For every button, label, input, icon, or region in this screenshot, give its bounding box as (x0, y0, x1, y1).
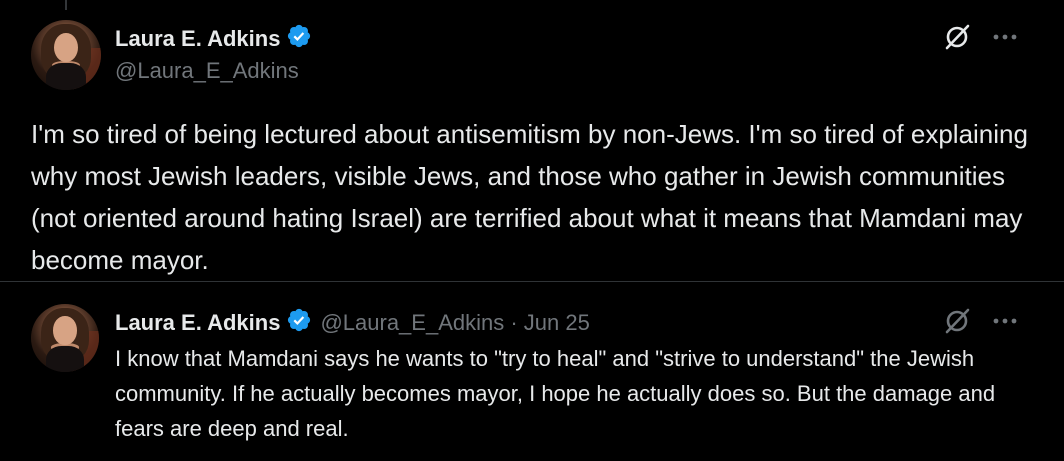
avatar-body (46, 63, 86, 90)
display-name[interactable]: Laura E. Adkins (115, 26, 280, 52)
author-name-row[interactable]: Laura E. Adkins (115, 23, 312, 55)
avatar-body (45, 346, 85, 372)
avatar[interactable] (31, 20, 101, 90)
tweet-text: I'm so tired of being lectured about ant… (31, 119, 1028, 275)
tweet-text: I know that Mamdani says he wants to "tr… (115, 346, 996, 441)
author-handle[interactable]: @Laura_E_Adkins (115, 58, 299, 84)
quoted-tweet[interactable]: Laura E. Adkins @Laura_E_Adkins · Jun 25… (0, 282, 1064, 461)
grok-icon[interactable] (942, 306, 972, 336)
verified-badge-icon[interactable] (286, 307, 312, 339)
more-options-icon[interactable] (992, 33, 1018, 41)
avatar[interactable] (31, 304, 99, 372)
more-options-icon[interactable] (992, 317, 1018, 325)
tweet-actions (942, 306, 1018, 336)
display-name[interactable]: Laura E. Adkins (115, 310, 280, 336)
author-name-row[interactable]: Laura E. Adkins @Laura_E_Adkins · Jun 25 (115, 307, 590, 339)
verified-badge-icon[interactable] (286, 23, 312, 55)
avatar-face (54, 32, 78, 62)
main-tweet[interactable]: Laura E. Adkins @Laura_E_Adkins I'm so t… (0, 0, 1064, 280)
avatar-face (53, 316, 77, 345)
tweet-actions (942, 22, 1018, 52)
author-handle-and-date[interactable]: @Laura_E_Adkins · Jun 25 (320, 310, 589, 336)
grok-icon[interactable] (942, 22, 972, 52)
